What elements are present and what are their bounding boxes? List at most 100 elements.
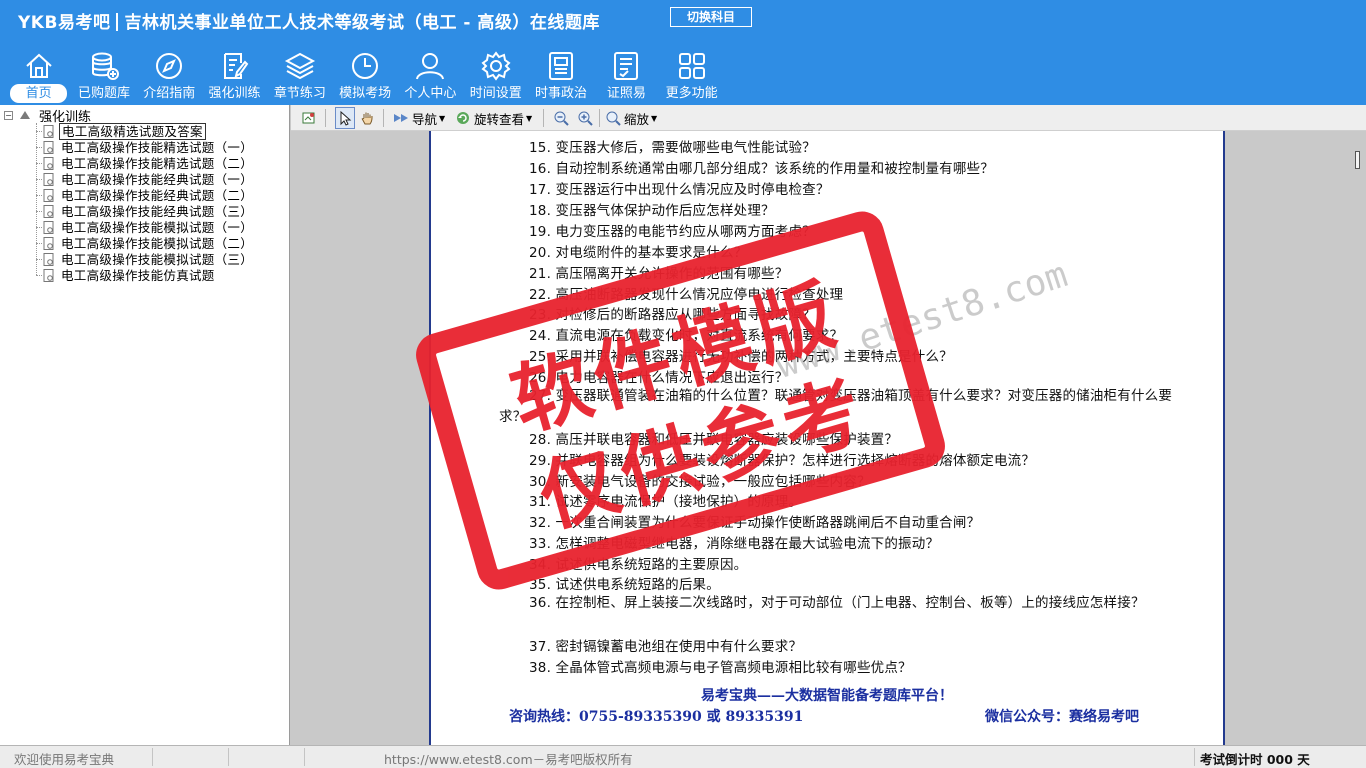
user-icon: [416, 53, 445, 80]
question-line: 15. 变压器大修后，需要做哪些电气性能试验？: [529, 140, 816, 156]
app-brand: YKB易考吧 吉林机关事业单位工人技术等级考试（电工 - 高级）在线题库: [18, 8, 600, 33]
news-icon: [549, 52, 574, 80]
question-line: 19. 电力变压器的电能节约应从哪两方面考虑？: [529, 224, 816, 240]
tree-item[interactable]: 电工高级操作技能模拟试题（二）: [36, 235, 255, 251]
document-viewer[interactable]: 15. 变压器大修后，需要做哪些电气性能试验？ 16. 自动控制系统通常由哪几部…: [291, 131, 1366, 745]
thumbnail-button[interactable]: [301, 107, 317, 129]
thumbnail-icon: [302, 112, 315, 124]
zoom-out-button[interactable]: [553, 107, 569, 129]
document-icon: [43, 140, 54, 154]
status-welcome: 欢迎使用易考宝典: [14, 752, 115, 767]
nav-certificate[interactable]: 证照易: [594, 44, 659, 104]
wechat-account: 微信公众号：赛络易考吧: [985, 709, 1139, 725]
tree-collapse-icon[interactable]: −: [4, 110, 13, 120]
navigation-icon: [394, 114, 408, 122]
brand-divider: [116, 13, 119, 31]
nav-purchased[interactable]: 已购题库: [71, 44, 136, 104]
question-line: 23. 对检修后的断路器应从哪些方面寻找故障？: [529, 307, 816, 323]
document-icon: [43, 172, 54, 186]
question-line: 20. 对电缆附件的基本要求是什么？: [529, 245, 748, 261]
rotate-view-label: 旋转查看: [474, 111, 525, 127]
navigation-button[interactable]: 导航 ▼: [393, 107, 445, 129]
grid-icon: [678, 53, 705, 79]
nav-current-affairs[interactable]: 时事政治: [528, 44, 593, 104]
nav-current-affairs-label: 时事政治: [535, 86, 588, 101]
tree-item-label: 电工高级操作技能精选试题（二）: [61, 155, 254, 171]
document-icon: [43, 156, 54, 170]
hand-tool-button[interactable]: [359, 107, 375, 129]
tree-item[interactable]: 电工高级操作技能仿真试题: [36, 267, 217, 283]
status-divider: [304, 748, 305, 766]
tree-item[interactable]: 电工高级操作技能经典试题（三）: [36, 203, 255, 219]
select-tool-button[interactable]: [335, 107, 355, 129]
nav-home-label: 首页: [10, 84, 68, 103]
tree-item[interactable]: 电工高级操作技能经典试题（一）: [36, 171, 255, 187]
tree-connector: [36, 178, 42, 180]
nav-chapter[interactable]: 章节练习: [267, 44, 332, 104]
edit-icon: [223, 53, 248, 79]
tree-item[interactable]: 电工高级操作技能精选试题（二）: [36, 155, 255, 171]
zoom-label: 缩放: [624, 111, 650, 127]
tree-item[interactable]: 电工高级操作技能精选试题（一）: [36, 139, 255, 155]
vertical-scrollbar-thumb[interactable]: [1355, 151, 1360, 169]
zoom-in-icon: [578, 111, 593, 126]
question-line: 26. 电力电容器在什么情况下应退出运行？: [529, 370, 789, 386]
document-icon: [43, 124, 54, 138]
nav-profile[interactable]: 个人中心: [398, 44, 463, 104]
tree-item[interactable]: 电工高级操作技能模拟试题（三）: [36, 251, 255, 267]
nav-training-label: 强化训练: [208, 86, 261, 101]
database-icon: [91, 52, 119, 80]
question-line: 33. 怎样调整电磁型继电器，消除继电器在最大试验电流下的振动？: [529, 536, 940, 552]
nav-training[interactable]: 强化训练: [202, 44, 267, 104]
question-line: 37. 密封镉镍蓄电池组在使用中有什么要求？: [529, 639, 803, 655]
contact-hotline: 咨询热线：0755-89335390 或 89335391: [509, 709, 804, 725]
toolbar-divider: [325, 109, 326, 127]
tree-connector: [36, 274, 42, 276]
nav-mock-exam[interactable]: 模拟考场: [332, 44, 397, 104]
question-line: 36. 在控制柜、屏上装接二次线路时，对于可动部位（门上电器、控制台、板等）上的…: [529, 595, 1145, 611]
certificate-icon: [614, 52, 639, 80]
zoom-in-button[interactable]: [577, 107, 593, 129]
zoom-button[interactable]: 缩放 ▼: [605, 107, 657, 129]
rotate-view-button[interactable]: 旋转查看 ▼: [455, 107, 532, 129]
tree-item-label: 电工高级操作技能模拟试题（一）: [61, 219, 254, 235]
document-icon: [43, 236, 54, 250]
nav-chapter-label: 章节练习: [273, 86, 326, 101]
tree-root[interactable]: − 强化训练: [4, 107, 91, 125]
toolbar-divider: [599, 109, 600, 127]
tree-item-label: 电工高级操作技能精选试题（一）: [61, 139, 254, 155]
main-nav: 首页 已购题库 介绍指南 强化训练 章节练习 模拟考场 个人中心 时间设置 时事…: [6, 44, 724, 104]
tree-item[interactable]: 电工高级精选试题及答案: [36, 122, 206, 140]
tree-connector: [36, 258, 42, 260]
nav-time-settings-label: 时间设置: [469, 86, 522, 101]
nav-mock-exam-label: 模拟考场: [339, 86, 392, 101]
document-icon: [43, 220, 54, 234]
cursor-icon: [340, 110, 352, 126]
nav-more[interactable]: 更多功能: [659, 44, 724, 104]
navigation-caret-icon: ▼: [439, 113, 446, 123]
tree-item[interactable]: 电工高级操作技能模拟试题（一）: [36, 219, 255, 235]
exam-tree-panel: − 强化训练 电工高级精选试题及答案 电工高级操作技能精选试题（一） 电工高级操…: [0, 105, 290, 745]
nav-guide[interactable]: 介绍指南: [137, 44, 202, 104]
tree-item-label: 电工高级操作技能经典试题（一）: [61, 171, 254, 187]
rotate-icon: [457, 112, 469, 124]
switch-subject-button[interactable]: 切换科目: [670, 7, 752, 27]
nav-home[interactable]: 首页: [6, 44, 71, 104]
question-line: 32. 一次重合闸装置为什么要保证手动操作使断路器跳闸后不自动重合闸？: [529, 515, 981, 531]
nav-time-settings[interactable]: 时间设置: [463, 44, 528, 104]
tree-item-label: 电工高级操作技能经典试题（二）: [61, 187, 254, 203]
tree-item[interactable]: 电工高级操作技能经典试题（二）: [36, 187, 255, 203]
document-page: 15. 变压器大修后，需要做哪些电气性能试验？ 16. 自动控制系统通常由哪几部…: [429, 131, 1225, 745]
app-logo: YKB易考吧: [18, 13, 111, 33]
nav-certificate-label: 证照易: [606, 86, 646, 101]
tree-connector: [36, 130, 42, 132]
question-line: 30. 新安装电气设备的交接试验，一般应包括哪些内容？: [529, 474, 871, 490]
tree-item-label: 电工高级精选试题及答案: [59, 122, 206, 140]
navigation-label: 导航: [412, 111, 438, 127]
hand-icon: [361, 112, 373, 125]
question-line: 28. 高压并联电容器和低压并联电容器应装设哪些保护装置？: [529, 432, 899, 448]
question-line: 35. 试述供电系统短路的后果。: [529, 577, 720, 593]
app-title: 吉林机关事业单位工人技术等级考试（电工 - 高级）在线题库: [124, 13, 600, 33]
document-icon: [43, 204, 54, 218]
question-line: 34. 试述供电系统短路的主要原因。: [529, 557, 748, 573]
